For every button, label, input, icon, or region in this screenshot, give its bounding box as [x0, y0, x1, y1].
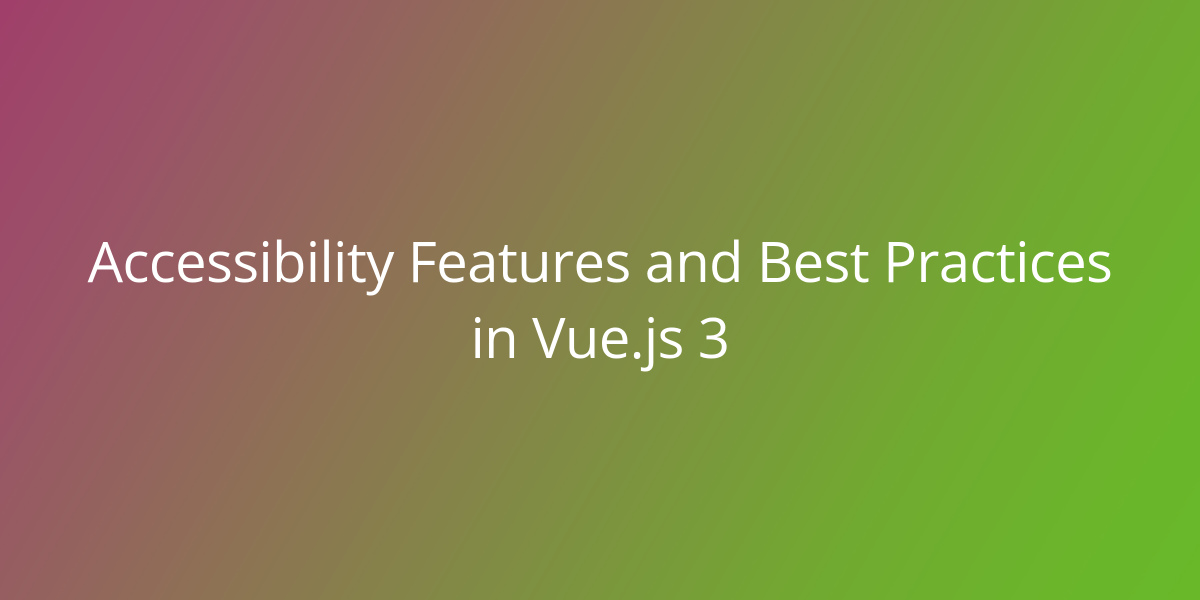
banner-container: Accessibility Features and Best Practice…: [0, 0, 1200, 600]
banner-title: Accessibility Features and Best Practice…: [60, 224, 1140, 375]
